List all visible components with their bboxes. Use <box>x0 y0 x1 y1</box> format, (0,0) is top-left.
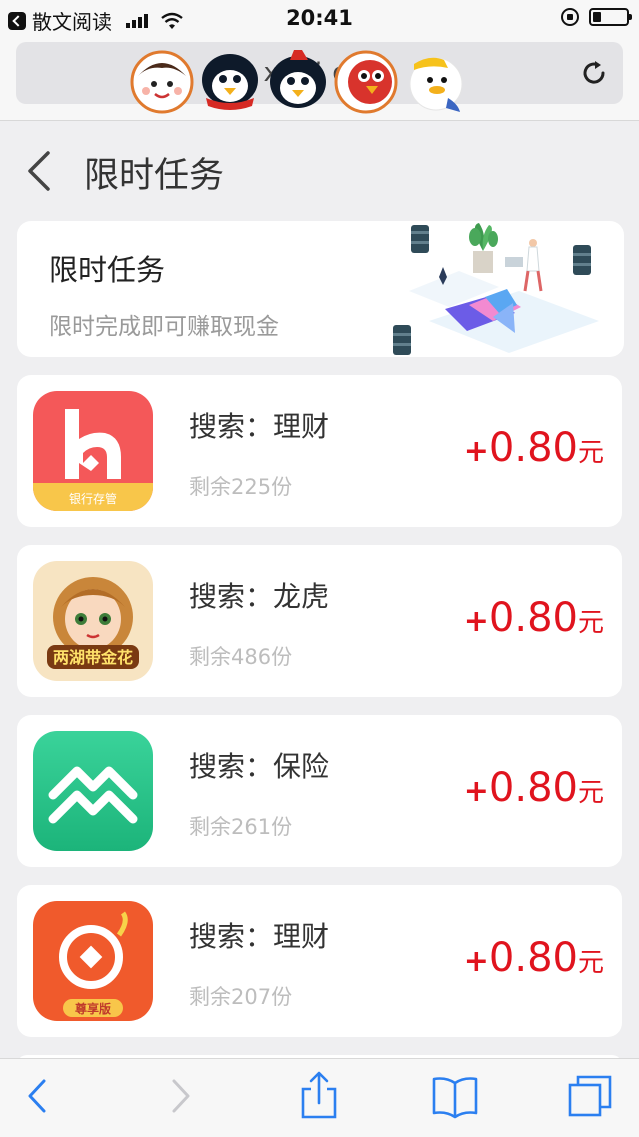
coin-app-icon: 尊享版 <box>33 901 153 1021</box>
limited-task-banner[interactable]: 限时任务 限时完成即可赚取现金 <box>17 221 624 357</box>
game-girl-app-icon: 两湖带金花 <box>33 561 153 681</box>
reward-plus: + <box>463 604 489 639</box>
bookmarks-icon[interactable] <box>430 1071 480 1121</box>
red-bird-sticker-icon <box>334 50 398 114</box>
reward-plus: + <box>463 944 489 979</box>
task-remaining: 剩余261份 <box>189 815 293 839</box>
page-title: 限时任务 <box>84 156 225 196</box>
task-card[interactable]: 尊享版 搜索：理财 剩余207份 + 0.80 元 <box>17 885 622 1037</box>
task-card[interactable]: 银行存管 搜索：理财 剩余225份 + 0.80 元 <box>17 375 622 527</box>
tabs-icon[interactable] <box>566 1071 616 1121</box>
reward-plus: + <box>463 434 489 469</box>
task-remaining: 剩余486份 <box>189 645 293 669</box>
page-header: 限时任务 <box>0 121 639 221</box>
task-card[interactable]: 搜索：保险 剩余261份 + 0.80 元 <box>17 715 622 867</box>
task-name: 搜索：理财 <box>189 410 330 443</box>
browser-forward-icon[interactable] <box>156 1071 206 1121</box>
h-bank-app-icon: 银行存管 <box>33 391 153 511</box>
task-remaining: 剩余225份 <box>189 475 293 499</box>
rotation-lock-icon <box>561 8 579 26</box>
status-bar: 散文阅读 20:41 <box>0 0 639 36</box>
sticker-overlay <box>128 46 468 120</box>
task-card[interactable]: 两湖带金花 搜索：龙虎 剩余486份 + 0.80 元 <box>17 545 622 697</box>
task-name: 搜索：保险 <box>189 750 330 783</box>
status-time: 20:41 <box>286 6 353 30</box>
reward-unit: 元 <box>577 778 604 808</box>
task-name: 搜索：理财 <box>189 920 330 953</box>
reward-amount: 0.80 <box>488 595 578 641</box>
svg-text:两湖带金花: 两湖带金花 <box>53 648 133 667</box>
reload-icon[interactable] <box>579 58 609 88</box>
svg-text:尊享版: 尊享版 <box>75 1001 111 1016</box>
reward-amount: 0.80 <box>488 935 578 981</box>
task-reward: + 0.80 元 <box>464 935 604 981</box>
reward-amount: 0.80 <box>488 765 578 811</box>
penguin-sticker-icon <box>202 54 258 110</box>
office-illustration-icon <box>393 223 599 355</box>
task-name: 搜索：龙虎 <box>189 580 330 613</box>
browser-back-icon[interactable] <box>14 1071 64 1121</box>
white-duck-sticker-icon <box>409 57 463 112</box>
svg-text:银行存管: 银行存管 <box>69 491 117 506</box>
mountain-app-icon <box>33 731 153 851</box>
reward-plus: + <box>463 774 489 809</box>
back-chevron-icon[interactable] <box>24 149 64 193</box>
task-reward: + 0.80 元 <box>464 765 604 811</box>
battery-icon <box>589 8 632 26</box>
reward-amount: 0.80 <box>488 425 578 471</box>
share-icon[interactable] <box>294 1071 344 1121</box>
battery-level <box>593 12 601 22</box>
boy-face-sticker-icon <box>130 50 194 114</box>
reward-unit: 元 <box>577 608 604 638</box>
task-reward: + 0.80 元 <box>464 595 604 641</box>
task-remaining: 剩余207份 <box>189 985 293 1009</box>
banner-title: 限时任务 <box>49 253 166 287</box>
banner-subtitle: 限时完成即可赚取现金 <box>49 314 279 340</box>
reward-unit: 元 <box>577 948 604 978</box>
browser-bottom-toolbar <box>0 1058 639 1137</box>
reward-unit: 元 <box>577 438 604 468</box>
browser-toolbar: xi j i om <box>0 36 639 121</box>
penguin-sticker-icon-2 <box>270 50 326 108</box>
task-reward: + 0.80 元 <box>464 425 604 471</box>
